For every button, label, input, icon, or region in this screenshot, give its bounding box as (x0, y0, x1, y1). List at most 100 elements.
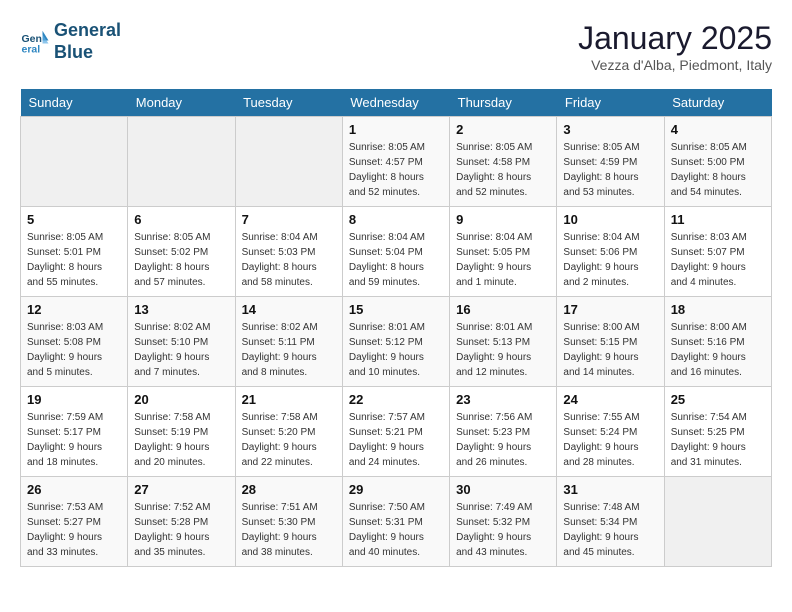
header-thursday: Thursday (450, 89, 557, 117)
day-info: Sunrise: 8:05 AM Sunset: 4:59 PM Dayligh… (563, 140, 657, 200)
calendar-cell: 1 Sunrise: 8:05 AM Sunset: 4:57 PM Daylig… (342, 117, 449, 207)
day-number: 15 (349, 302, 443, 317)
day-number: 21 (242, 392, 336, 407)
calendar-cell: 13 Sunrise: 8:02 AM Sunset: 5:10 PM Dayli… (128, 297, 235, 387)
calendar-cell: 18 Sunrise: 8:00 AM Sunset: 5:16 PM Dayli… (664, 297, 771, 387)
header-monday: Monday (128, 89, 235, 117)
day-number: 18 (671, 302, 765, 317)
logo-text-line2: Blue (54, 42, 121, 64)
day-info: Sunrise: 7:59 AM Sunset: 5:17 PM Dayligh… (27, 410, 121, 470)
day-number: 25 (671, 392, 765, 407)
day-number: 28 (242, 482, 336, 497)
day-info: Sunrise: 8:01 AM Sunset: 5:12 PM Dayligh… (349, 320, 443, 380)
calendar-cell: 9Sunrise: 8:04 AM Sunset: 5:05 PM Daylig… (450, 207, 557, 297)
day-number: 7 (242, 212, 336, 227)
day-info: Sunrise: 8:02 AM Sunset: 5:10 PM Dayligh… (134, 320, 228, 380)
calendar-cell (235, 117, 342, 207)
day-number: 8 (349, 212, 443, 227)
calendar-cell: 3 Sunrise: 8:05 AM Sunset: 4:59 PM Daylig… (557, 117, 664, 207)
day-info: Sunrise: 7:50 AM Sunset: 5:31 PM Dayligh… (349, 500, 443, 560)
calendar-cell (21, 117, 128, 207)
calendar-cell: 30 Sunrise: 7:49 AM Sunset: 5:32 PM Dayli… (450, 477, 557, 567)
calendar-cell: 21 Sunrise: 7:58 AM Sunset: 5:20 PM Dayli… (235, 387, 342, 477)
day-number: 24 (563, 392, 657, 407)
day-number: 2 (456, 122, 550, 137)
day-number: 20 (134, 392, 228, 407)
calendar-cell: 16Sunrise: 8:01 AM Sunset: 5:13 PM Dayli… (450, 297, 557, 387)
calendar-week-2: 5 Sunrise: 8:05 AM Sunset: 5:01 PM Daylig… (21, 207, 772, 297)
day-info: Sunrise: 7:53 AM Sunset: 5:27 PM Dayligh… (27, 500, 121, 560)
day-info: Sunrise: 8:04 AM Sunset: 5:06 PM Dayligh… (563, 230, 657, 290)
day-number: 6 (134, 212, 228, 227)
day-number: 22 (349, 392, 443, 407)
day-number: 27 (134, 482, 228, 497)
day-info: Sunrise: 7:56 AM Sunset: 5:23 PM Dayligh… (456, 410, 550, 470)
day-info: Sunrise: 8:05 AM Sunset: 5:01 PM Dayligh… (27, 230, 121, 290)
calendar-cell: 25 Sunrise: 7:54 AM Sunset: 5:25 PM Dayli… (664, 387, 771, 477)
day-number: 26 (27, 482, 121, 497)
calendar-title: January 2025 (578, 20, 772, 57)
day-info: Sunrise: 8:00 AM Sunset: 5:16 PM Dayligh… (671, 320, 765, 380)
day-number: 29 (349, 482, 443, 497)
day-info: Sunrise: 8:04 AM Sunset: 5:04 PM Dayligh… (349, 230, 443, 290)
calendar-cell: 28 Sunrise: 7:51 AM Sunset: 5:30 PM Dayli… (235, 477, 342, 567)
calendar-subtitle: Vezza d'Alba, Piedmont, Italy (578, 57, 772, 73)
calendar-cell: 23 Sunrise: 7:56 AM Sunset: 5:23 PM Dayli… (450, 387, 557, 477)
calendar-cell: 7 Sunrise: 8:04 AM Sunset: 5:03 PM Daylig… (235, 207, 342, 297)
day-info: Sunrise: 8:05 AM Sunset: 4:57 PM Dayligh… (349, 140, 443, 200)
day-info: Sunrise: 8:01 AM Sunset: 5:13 PM Dayligh… (456, 320, 550, 380)
day-number: 31 (563, 482, 657, 497)
day-number: 12 (27, 302, 121, 317)
title-block: January 2025 Vezza d'Alba, Piedmont, Ita… (578, 20, 772, 73)
calendar-cell: 6 Sunrise: 8:05 AM Sunset: 5:02 PM Daylig… (128, 207, 235, 297)
calendar-cell: 11 Sunrise: 8:03 AM Sunset: 5:07 PM Dayli… (664, 207, 771, 297)
day-info: Sunrise: 8:04 AM Sunset: 5:03 PM Dayligh… (242, 230, 336, 290)
day-number: 5 (27, 212, 121, 227)
day-info: Sunrise: 7:55 AM Sunset: 5:24 PM Dayligh… (563, 410, 657, 470)
day-number: 10 (563, 212, 657, 227)
calendar-cell: 4Sunrise: 8:05 AM Sunset: 5:00 PM Daylig… (664, 117, 771, 207)
svg-text:eral: eral (22, 43, 41, 55)
calendar-cell: 8 Sunrise: 8:04 AM Sunset: 5:04 PM Daylig… (342, 207, 449, 297)
calendar-cell: 15 Sunrise: 8:01 AM Sunset: 5:12 PM Dayli… (342, 297, 449, 387)
day-info: Sunrise: 7:54 AM Sunset: 5:25 PM Dayligh… (671, 410, 765, 470)
header-wednesday: Wednesday (342, 89, 449, 117)
day-info: Sunrise: 8:02 AM Sunset: 5:11 PM Dayligh… (242, 320, 336, 380)
day-info: Sunrise: 7:57 AM Sunset: 5:21 PM Dayligh… (349, 410, 443, 470)
calendar-cell: 10 Sunrise: 8:04 AM Sunset: 5:06 PM Dayli… (557, 207, 664, 297)
day-number: 3 (563, 122, 657, 137)
day-number: 11 (671, 212, 765, 227)
calendar-cell: 19Sunrise: 7:59 AM Sunset: 5:17 PM Dayli… (21, 387, 128, 477)
day-number: 1 (349, 122, 443, 137)
day-info: Sunrise: 7:52 AM Sunset: 5:28 PM Dayligh… (134, 500, 228, 560)
day-info: Sunrise: 8:05 AM Sunset: 5:00 PM Dayligh… (671, 140, 765, 200)
day-number: 13 (134, 302, 228, 317)
calendar-cell (128, 117, 235, 207)
day-info: Sunrise: 7:51 AM Sunset: 5:30 PM Dayligh… (242, 500, 336, 560)
calendar-week-1: 1 Sunrise: 8:05 AM Sunset: 4:57 PM Daylig… (21, 117, 772, 207)
day-number: 14 (242, 302, 336, 317)
day-number: 9 (456, 212, 550, 227)
day-number: 30 (456, 482, 550, 497)
calendar-cell: 12Sunrise: 8:03 AM Sunset: 5:08 PM Dayli… (21, 297, 128, 387)
calendar-cell: 17 Sunrise: 8:00 AM Sunset: 5:15 PM Dayli… (557, 297, 664, 387)
calendar-cell: 31 Sunrise: 7:48 AM Sunset: 5:34 PM Dayli… (557, 477, 664, 567)
day-info: Sunrise: 7:48 AM Sunset: 5:34 PM Dayligh… (563, 500, 657, 560)
calendar-cell: 27 Sunrise: 7:52 AM Sunset: 5:28 PM Dayli… (128, 477, 235, 567)
day-info: Sunrise: 7:49 AM Sunset: 5:32 PM Dayligh… (456, 500, 550, 560)
header-tuesday: Tuesday (235, 89, 342, 117)
calendar-cell: 24 Sunrise: 7:55 AM Sunset: 5:24 PM Dayli… (557, 387, 664, 477)
calendar-cell (664, 477, 771, 567)
header-sunday: Sunday (21, 89, 128, 117)
day-number: 17 (563, 302, 657, 317)
calendar-week-5: 26 Sunrise: 7:53 AM Sunset: 5:27 PM Dayli… (21, 477, 772, 567)
logo-text-line1: General (54, 20, 121, 42)
day-info: Sunrise: 8:03 AM Sunset: 5:07 PM Dayligh… (671, 230, 765, 290)
calendar-week-3: 12Sunrise: 8:03 AM Sunset: 5:08 PM Dayli… (21, 297, 772, 387)
logo: Gen eral General Blue (20, 20, 121, 63)
day-info: Sunrise: 8:05 AM Sunset: 5:02 PM Dayligh… (134, 230, 228, 290)
day-number: 23 (456, 392, 550, 407)
calendar-cell: 20Sunrise: 7:58 AM Sunset: 5:19 PM Dayli… (128, 387, 235, 477)
day-info: Sunrise: 7:58 AM Sunset: 5:20 PM Dayligh… (242, 410, 336, 470)
day-info: Sunrise: 8:00 AM Sunset: 5:15 PM Dayligh… (563, 320, 657, 380)
